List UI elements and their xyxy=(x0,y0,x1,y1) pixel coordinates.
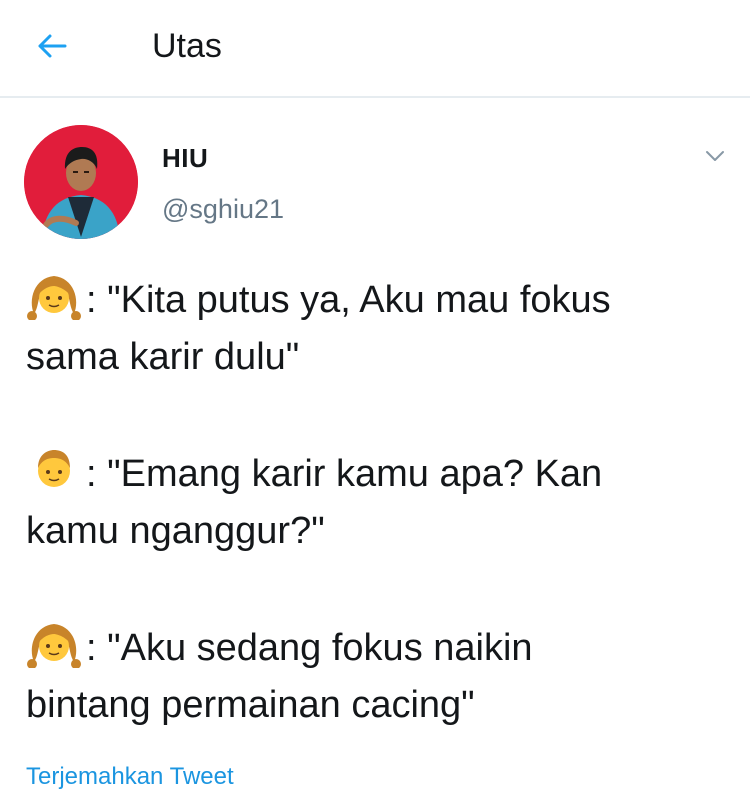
girl-emoji-icon xyxy=(27,276,81,320)
tweet-line: : "Aku sedang fokus naikin xyxy=(26,618,726,676)
tweet-line-text: : "Kita putus ya, Aku mau fokus xyxy=(86,279,611,321)
tweet-line-text: : "Aku sedang fokus naikin xyxy=(86,627,533,669)
tweet-line: bintang permainan cacing" xyxy=(26,676,726,734)
translate-tweet-link[interactable]: Terjemahkan Tweet xyxy=(26,763,234,791)
app-header: Utas xyxy=(0,0,750,98)
tweet-line: : "Emang karir kamu apa? Kan xyxy=(26,444,726,502)
author-handle[interactable]: @sghiu21 xyxy=(162,194,284,225)
tweet-line-text: kamu nganggur?" xyxy=(26,510,325,552)
chevron-down-icon xyxy=(706,151,724,161)
avatar-image xyxy=(24,125,138,239)
tweet-menu-button[interactable] xyxy=(698,142,732,170)
tweet-line: kamu nganggur?" xyxy=(26,502,726,560)
tweet-line-text: bintang permainan cacing" xyxy=(26,684,475,726)
avatar[interactable] xyxy=(24,125,138,239)
arrow-left-icon xyxy=(38,34,67,58)
boy-emoji-icon xyxy=(38,450,70,487)
back-button[interactable] xyxy=(30,24,74,68)
tweet-line: sama karir dulu" xyxy=(26,328,726,386)
tweet-line: : "Kita putus ya, Aku mau fokus xyxy=(26,270,726,328)
page-title: Utas xyxy=(152,27,222,65)
author-name[interactable]: HIU xyxy=(162,143,208,174)
tweet-line-text: : "Emang karir kamu apa? Kan xyxy=(86,453,603,495)
tweet-line-text: sama karir dulu" xyxy=(26,336,300,378)
girl-emoji-icon xyxy=(27,624,81,668)
tweet-text: : "Kita putus ya, Aku mau fokus sama kar… xyxy=(26,270,726,734)
